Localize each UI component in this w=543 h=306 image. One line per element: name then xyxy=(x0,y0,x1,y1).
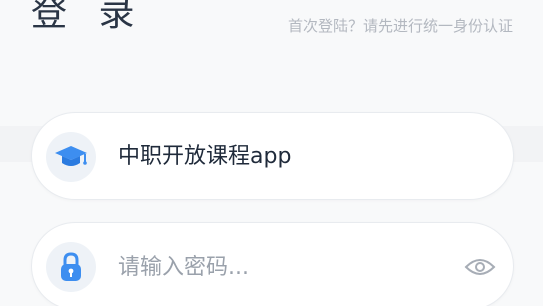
password-icon-badge xyxy=(46,242,96,292)
eye-icon xyxy=(464,259,496,275)
toggle-password-visibility-button[interactable] xyxy=(463,253,497,281)
school-selector[interactable]: 中职开放课程app xyxy=(31,112,514,200)
password-field-container[interactable] xyxy=(31,222,514,306)
school-name: 中职开放课程app xyxy=(118,144,292,169)
school-icon-badge xyxy=(46,132,96,182)
lock-icon xyxy=(61,252,81,281)
graduation-cap-icon xyxy=(55,146,87,166)
password-input[interactable] xyxy=(118,251,448,283)
first-login-hint-link[interactable]: 首次登陆？请先进行统一身份认证 xyxy=(288,16,513,36)
page-title: 登 录 xyxy=(31,0,145,34)
